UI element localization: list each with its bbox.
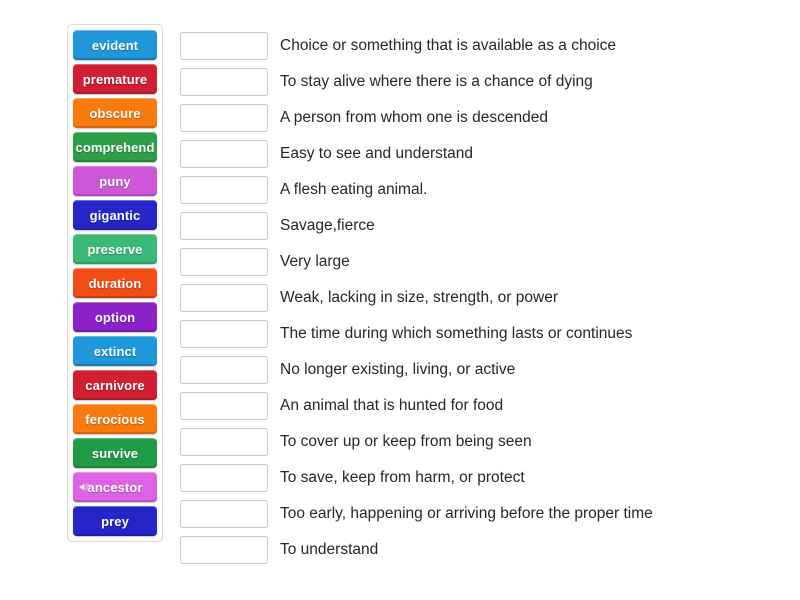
answer-dropzone[interactable] [180, 320, 268, 348]
word-tile-option[interactable]: option [73, 302, 157, 332]
word-tile-premature[interactable]: premature [73, 64, 157, 94]
word-tile-ferocious[interactable]: ferocious [73, 404, 157, 434]
speaker-icon[interactable] [79, 482, 90, 493]
definition-text: To save, keep from harm, or protect [280, 469, 525, 487]
answer-dropzone[interactable] [180, 284, 268, 312]
definition-row: To stay alive where there is a chance of… [180, 64, 780, 100]
definition-row: A person from whom one is descended [180, 100, 780, 136]
word-tile-label: extinct [93, 343, 137, 359]
answer-dropzone[interactable] [180, 32, 268, 60]
definition-rows: Choice or something that is available as… [180, 28, 780, 568]
answer-dropzone[interactable] [180, 428, 268, 456]
definition-row: To save, keep from harm, or protect [180, 460, 780, 496]
word-tile-label: premature [82, 71, 148, 87]
definition-row: To understand [180, 532, 780, 568]
definition-text: The time during which something lasts or… [280, 325, 633, 343]
answer-dropzone[interactable] [180, 248, 268, 276]
word-tile-evident[interactable]: evident [73, 30, 157, 60]
definition-text: To understand [280, 541, 379, 559]
match-up-activity: evident premature obscure comprehend puny gig… [0, 0, 800, 600]
definition-text: No longer existing, living, or active [280, 361, 516, 379]
definition-row: Very large [180, 244, 780, 280]
definition-row: A flesh eating animal. [180, 172, 780, 208]
word-tile-label: carnivore [85, 377, 145, 393]
answer-dropzone[interactable] [180, 464, 268, 492]
definition-row: Too early, happening or arriving before … [180, 496, 780, 532]
definition-text: Very large [280, 253, 350, 271]
word-tile-label: comprehend [75, 139, 155, 155]
word-tile-label: puny [99, 173, 131, 189]
word-tile-label: obscure [89, 105, 141, 121]
definition-text: To cover up or keep from being seen [280, 433, 532, 451]
word-tile-label: survive [91, 445, 139, 461]
answer-dropzone[interactable] [180, 500, 268, 528]
definition-text: Too early, happening or arriving before … [280, 505, 653, 523]
answer-dropzone[interactable] [180, 104, 268, 132]
answer-dropzone[interactable] [180, 212, 268, 240]
word-tile-label: prey [101, 513, 129, 529]
definition-text: Weak, lacking in size, strength, or powe… [280, 289, 558, 307]
word-tile-duration[interactable]: duration [73, 268, 157, 298]
word-tile-label: evident [91, 37, 139, 53]
definition-row: Easy to see and understand [180, 136, 780, 172]
word-tile-extinct[interactable]: extinct [73, 336, 157, 366]
word-tile-panel: evident premature obscure comprehend puny gig… [67, 24, 163, 542]
definition-text: To stay alive where there is a chance of… [280, 73, 593, 91]
word-tile-label: ferocious [85, 411, 145, 427]
definition-row: The time during which something lasts or… [180, 316, 780, 352]
word-tile-carnivore[interactable]: carnivore [73, 370, 157, 400]
answer-dropzone[interactable] [180, 392, 268, 420]
word-tile-ancestor[interactable]: ancestor [73, 472, 157, 502]
definition-row: No longer existing, living, or active [180, 352, 780, 388]
word-tile-label: ancestor [87, 479, 143, 495]
definition-row: To cover up or keep from being seen [180, 424, 780, 460]
word-tile-prey[interactable]: prey [73, 506, 157, 536]
word-tile-survive[interactable]: survive [73, 438, 157, 468]
definition-text: Easy to see and understand [280, 145, 474, 163]
definition-text: A flesh eating animal. [280, 181, 428, 199]
definition-text: A person from whom one is descended [280, 109, 548, 127]
answer-dropzone[interactable] [180, 536, 268, 564]
word-tile-preserve[interactable]: preserve [73, 234, 157, 264]
word-tile-label: option [94, 309, 136, 325]
word-tile-label: preserve [87, 241, 143, 257]
definition-text: Savage,fierce [280, 217, 375, 235]
answer-dropzone[interactable] [180, 176, 268, 204]
word-tile-label: duration [88, 275, 142, 291]
definition-row: Choice or something that is available as… [180, 28, 780, 64]
definition-row: Savage,fierce [180, 208, 780, 244]
word-tile-obscure[interactable]: obscure [73, 98, 157, 128]
definition-row: Weak, lacking in size, strength, or powe… [180, 280, 780, 316]
answer-dropzone[interactable] [180, 356, 268, 384]
definition-row: An animal that is hunted for food [180, 388, 780, 424]
definition-text: Choice or something that is available as… [280, 37, 617, 55]
answer-dropzone[interactable] [180, 68, 268, 96]
word-tile-puny[interactable]: puny [73, 166, 157, 196]
word-tile-label: gigantic [89, 207, 141, 223]
answer-dropzone[interactable] [180, 140, 268, 168]
word-tile-gigantic[interactable]: gigantic [73, 200, 157, 230]
word-tile-comprehend[interactable]: comprehend [73, 132, 157, 162]
definition-text: An animal that is hunted for food [280, 397, 504, 415]
